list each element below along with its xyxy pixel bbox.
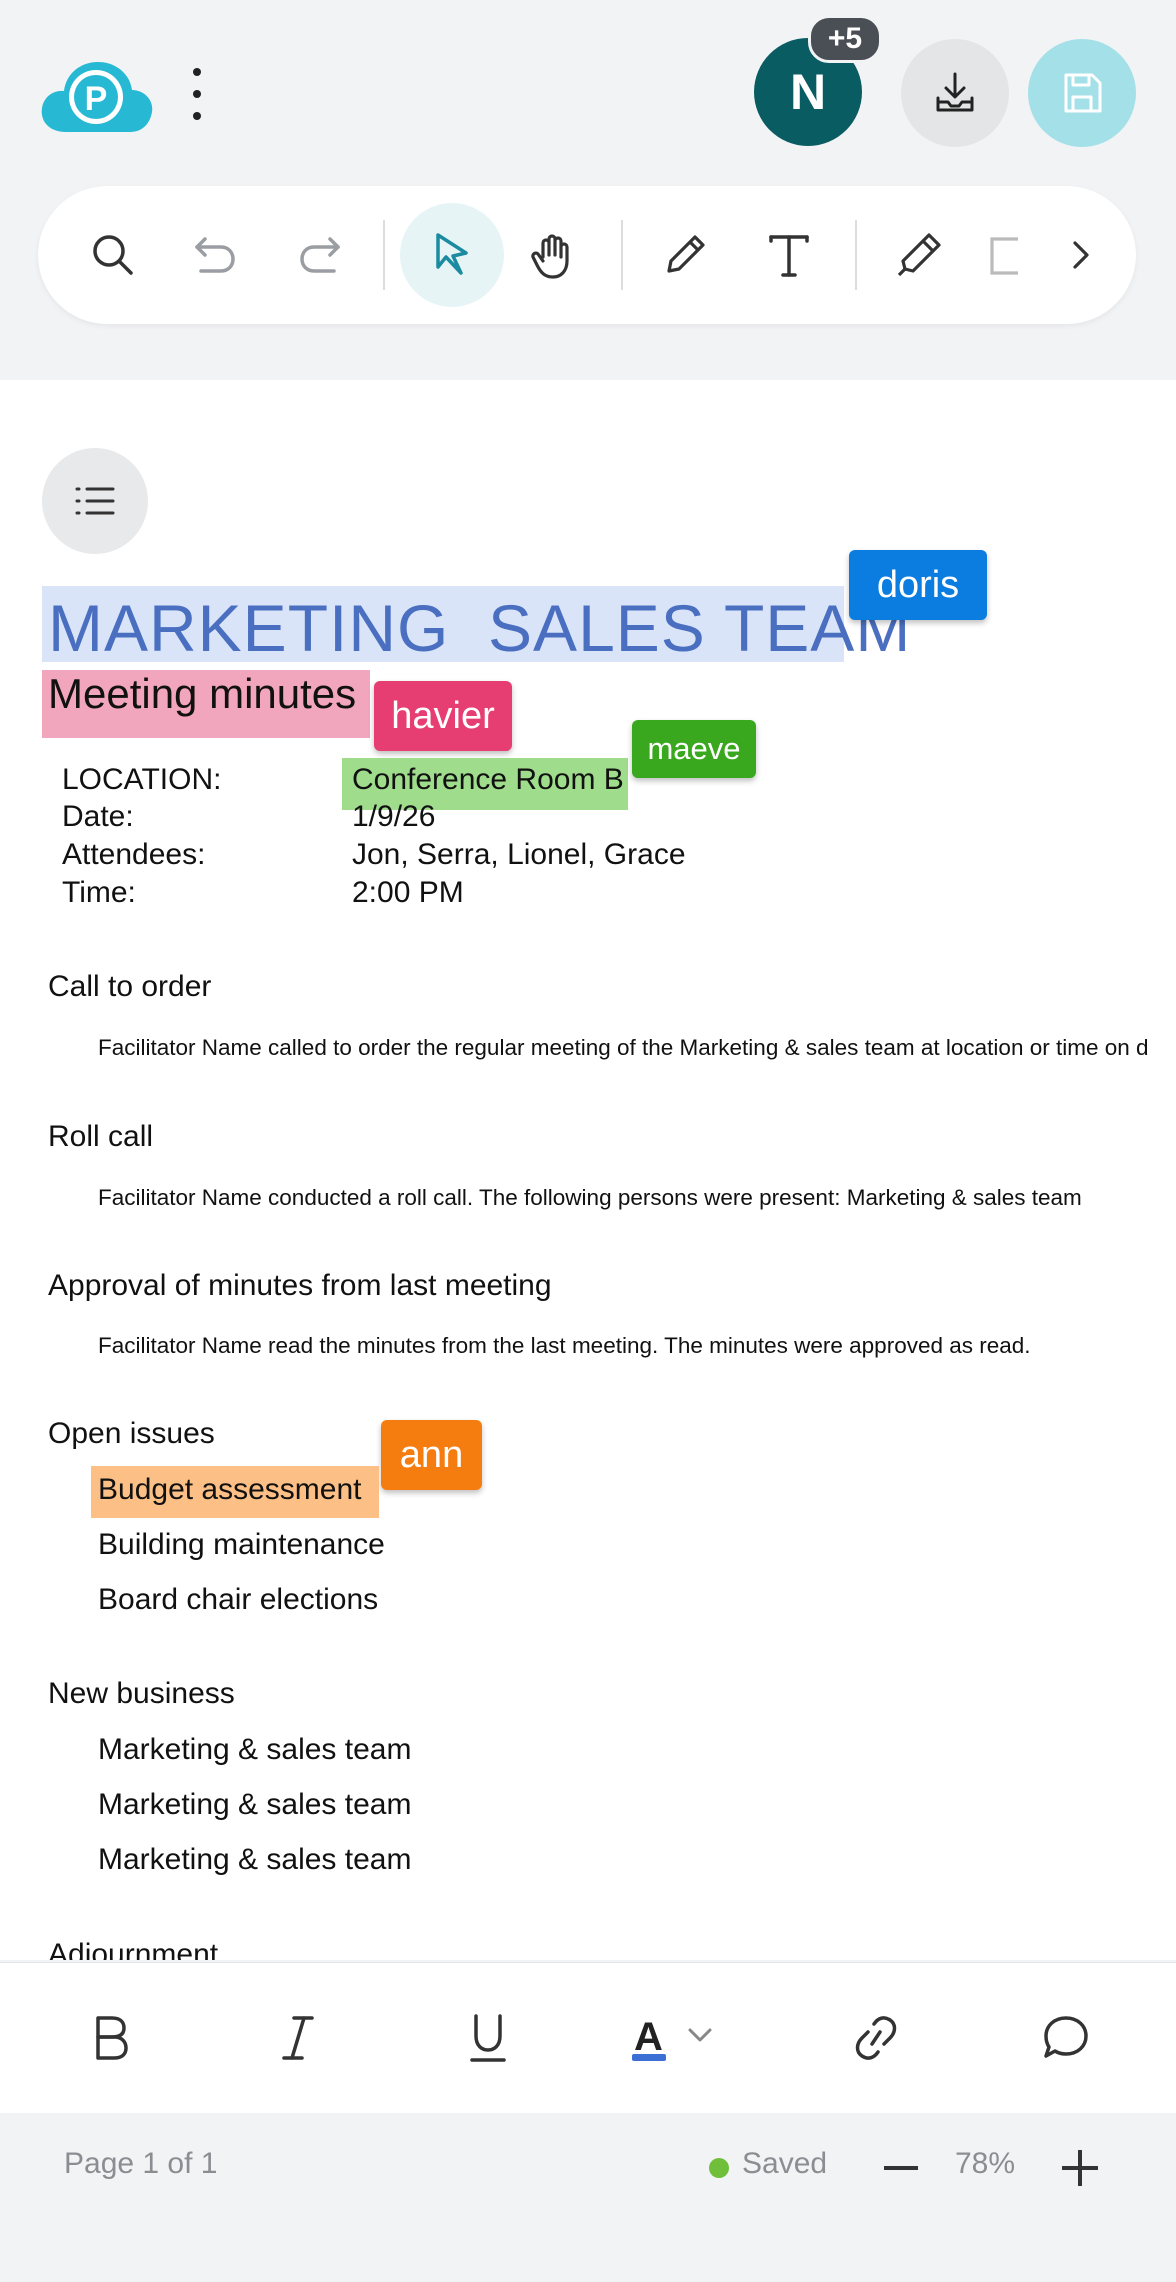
list-item: Budget assessment — [98, 1473, 362, 1506]
outline-button[interactable] — [42, 448, 148, 554]
section-heading-adjournment: Adjournment — [48, 1938, 219, 1960]
zoom-out-button[interactable] — [884, 2166, 918, 2170]
section-heading-call-to-order: Call to order — [48, 970, 212, 1003]
meta-value-location: Conference Room B — [352, 763, 624, 796]
zoom-level[interactable]: 78% — [955, 2147, 1015, 2181]
meta-label-attendees: Attendees: — [62, 838, 206, 871]
paragraph-approval: Facilitator Name read the minutes from t… — [98, 1333, 1031, 1358]
section-heading-new-business: New business — [48, 1677, 235, 1710]
meta-value-time: 2:00 PM — [352, 876, 464, 909]
more-options-icon[interactable] — [182, 68, 212, 120]
download-icon — [936, 72, 974, 112]
pan-hand-icon[interactable] — [518, 186, 588, 324]
download-button[interactable] — [901, 39, 1009, 147]
underline-icon[interactable] — [448, 1963, 528, 2113]
bold-icon[interactable] — [70, 1963, 150, 2113]
section-heading-open-issues: Open issues — [48, 1417, 215, 1450]
text-format-bar: A — [0, 1962, 1176, 2114]
text-color-icon[interactable]: A — [630, 1963, 726, 2113]
collaborator-cursor-doris: doris — [849, 550, 987, 620]
svg-text:A: A — [634, 2015, 663, 2059]
undo-icon[interactable] — [180, 186, 250, 324]
list-item: Marketing & sales team — [98, 1843, 412, 1876]
annotation-toolbar — [38, 186, 1136, 324]
saved-status-dot — [709, 2158, 729, 2178]
status-bar — [0, 2113, 1176, 2282]
paragraph-call-to-order: Facilitator Name called to order the reg… — [98, 1035, 1149, 1060]
save-button[interactable] — [1028, 39, 1136, 147]
zoom-in-button[interactable] — [1060, 2148, 1100, 2188]
save-icon — [1064, 73, 1102, 113]
meta-label-location: LOCATION: — [62, 763, 222, 796]
section-heading-roll-call: Roll call — [48, 1120, 154, 1153]
collaborator-cursor-havier: havier — [374, 681, 512, 751]
section-heading-approval: Approval of minutes from last meeting — [48, 1269, 552, 1302]
paragraph-roll-call: Facilitator Name conducted a roll call. … — [98, 1185, 1082, 1210]
chevron-right-icon[interactable] — [1058, 186, 1102, 324]
select-pointer-icon[interactable] — [400, 203, 504, 307]
page-indicator[interactable]: Page 1 of 1 — [64, 2147, 217, 2181]
document-page[interactable]: MARKETING SALES TEAM doris Meeting minut… — [0, 380, 1176, 1960]
meta-label-time: Time: — [62, 876, 136, 909]
italic-icon[interactable] — [258, 1963, 338, 2113]
meta-label-date: Date: — [62, 800, 134, 833]
collaborator-cursor-maeve: maeve — [632, 720, 756, 778]
meta-value-date: 1/9/26 — [352, 800, 436, 833]
document-title: MARKETING SALES TEAM — [48, 591, 912, 665]
shape-icon[interactable] — [988, 186, 1028, 324]
app-logo[interactable]: P — [38, 54, 156, 134]
document-subtitle: Meeting minutes — [48, 670, 357, 717]
list-item: Board chair elections — [98, 1583, 379, 1616]
pen-icon[interactable] — [650, 186, 720, 324]
search-icon[interactable] — [78, 186, 148, 324]
list-item: Marketing & sales team — [98, 1788, 412, 1821]
list-icon — [75, 487, 115, 515]
redo-icon[interactable] — [285, 186, 355, 324]
meta-value-attendees: Jon, Serra, Lionel, Grace — [352, 838, 686, 871]
link-icon[interactable] — [836, 1963, 916, 2113]
list-item: Marketing & sales team — [98, 1733, 412, 1766]
svg-text:P: P — [85, 80, 108, 118]
save-status: Saved — [742, 2147, 828, 2180]
text-icon[interactable] — [754, 186, 824, 324]
collaborator-cursor-ann: ann — [381, 1420, 482, 1490]
highlighter-icon[interactable] — [882, 186, 952, 324]
list-item: Building maintenance — [98, 1528, 385, 1561]
comment-icon[interactable] — [1026, 1963, 1106, 2113]
collaborators-count-badge[interactable]: +5 — [808, 15, 882, 63]
